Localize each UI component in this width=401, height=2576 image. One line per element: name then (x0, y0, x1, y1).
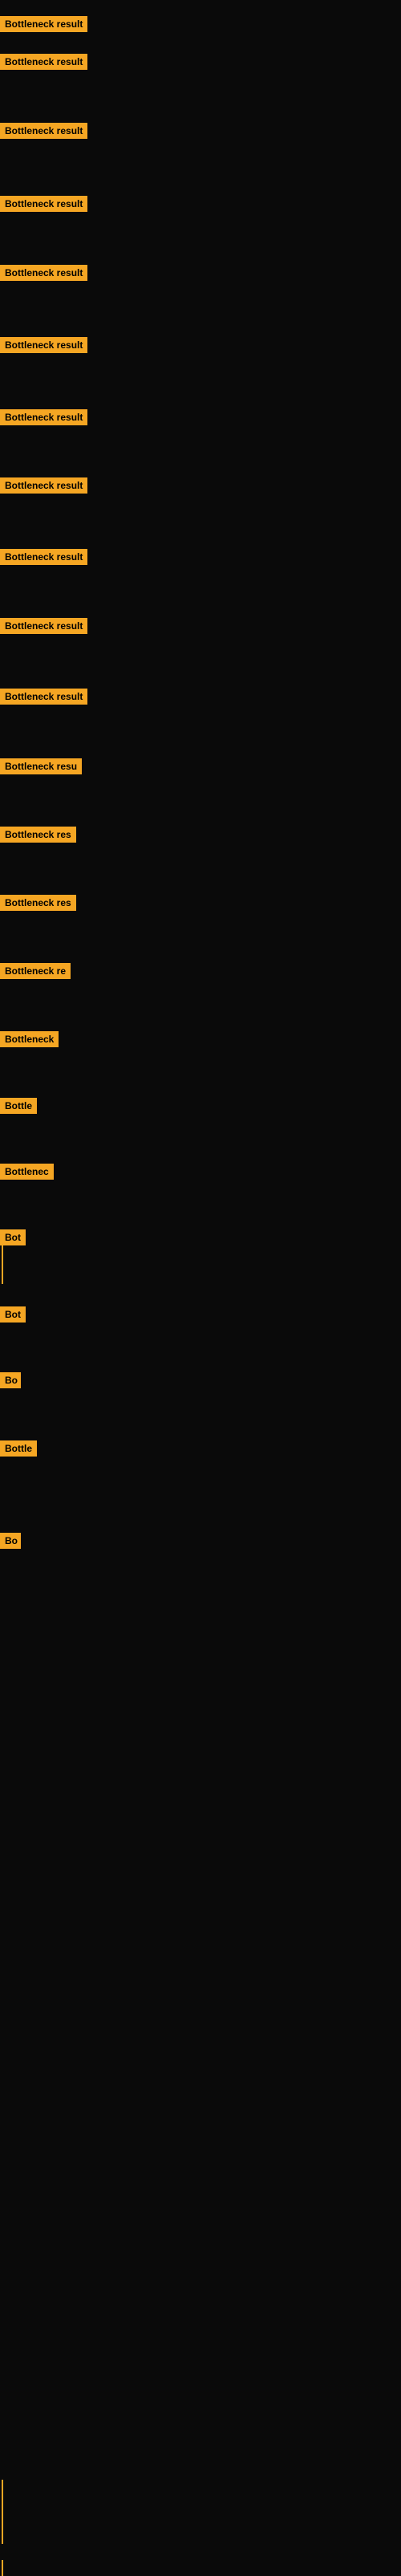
bottleneck-label: Bo (0, 1533, 21, 1549)
bottleneck-label: Bottleneck result (0, 54, 87, 70)
bottleneck-label: Bottleneck result (0, 123, 87, 139)
bottleneck-label: Bottle (0, 1440, 37, 1457)
vertical-line (2, 2480, 3, 2544)
bottleneck-label: Bottleneck result (0, 196, 87, 212)
bottleneck-label: Bottleneck (0, 1031, 59, 1047)
site-title (0, 0, 401, 8)
bottleneck-label: Bot (0, 1229, 26, 1245)
bottleneck-label: Bottleneck re (0, 963, 71, 979)
bottleneck-label: Bottleneck resu (0, 758, 82, 774)
bottleneck-label: Bottleneck result (0, 689, 87, 705)
bottleneck-label: Bottleneck result (0, 618, 87, 634)
bottleneck-label: Bottleneck res (0, 895, 76, 911)
bottleneck-label: Bottleneck result (0, 409, 87, 425)
bottleneck-label: Bottleneck result (0, 265, 87, 281)
bottleneck-label: Bottlenec (0, 1164, 54, 1180)
bottleneck-label: Bo (0, 1372, 21, 1388)
bottleneck-label: Bot (0, 1306, 26, 1323)
vertical-line (2, 2560, 3, 2576)
bottleneck-label: Bottleneck result (0, 549, 87, 565)
bottleneck-label: Bottle (0, 1098, 37, 1114)
vertical-line (2, 1236, 3, 1284)
bottleneck-label: Bottleneck result (0, 477, 87, 494)
bottleneck-label: Bottleneck result (0, 16, 87, 32)
bottleneck-label: Bottleneck res (0, 827, 76, 843)
bottleneck-label: Bottleneck result (0, 337, 87, 353)
